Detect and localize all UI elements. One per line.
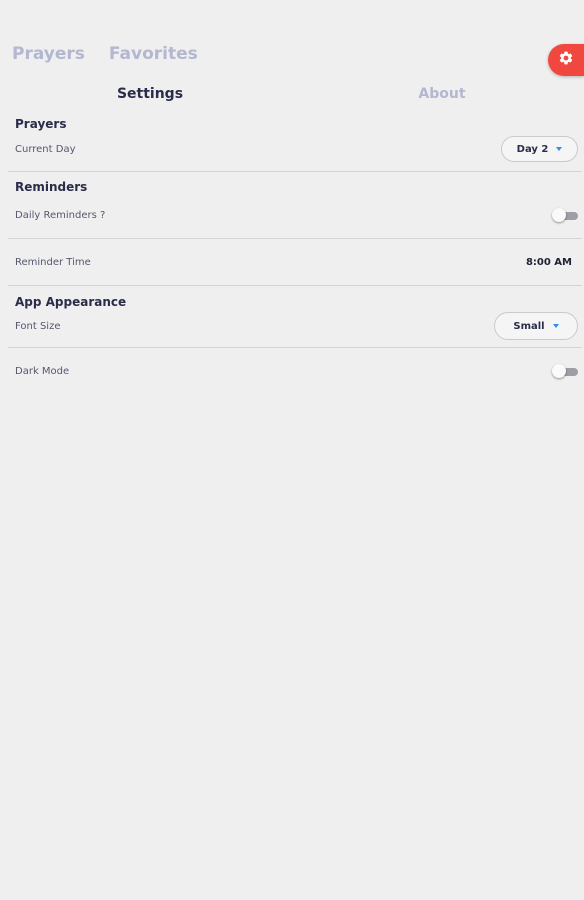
settings-panel: Prayers Current Day Day 2 Reminders Dail… (8, 112, 582, 394)
tab-about[interactable]: About (418, 86, 465, 102)
chevron-down-icon (556, 147, 563, 151)
divider (8, 171, 582, 172)
divider (8, 285, 582, 286)
settings-tabs: Settings About (0, 86, 584, 108)
reminder-time-value[interactable]: 8:00 AM (526, 257, 578, 268)
current-day-value: Day 2 (516, 143, 549, 155)
font-size-select[interactable]: Small (494, 312, 578, 340)
dark-mode-label: Dark Mode (15, 365, 70, 377)
section-title-appearance: App Appearance (15, 295, 127, 309)
section-title-prayers: Prayers (15, 117, 67, 131)
dark-mode-row: Dark Mode (8, 348, 582, 394)
daily-reminders-row: Daily Reminders ? (8, 200, 582, 230)
nav-favorites-link[interactable]: Favorites (109, 44, 198, 64)
tab-settings[interactable]: Settings (117, 86, 183, 102)
daily-reminders-toggle[interactable] (552, 208, 578, 222)
dark-mode-toggle[interactable] (552, 364, 578, 378)
reminder-time-row[interactable]: Reminder Time 8:00 AM (8, 239, 582, 285)
current-day-label: Current Day (15, 143, 76, 155)
chevron-down-icon (552, 324, 559, 328)
nav-prayers-link[interactable]: Prayers (12, 44, 85, 64)
top-nav: Prayers Favorites (12, 44, 198, 64)
font-size-label: Font Size (15, 320, 61, 332)
current-day-row: Current Day Day 2 (8, 133, 582, 165)
section-title-reminders: Reminders (15, 180, 88, 194)
toggle-thumb (552, 208, 566, 222)
current-day-select[interactable]: Day 2 (501, 136, 578, 162)
gear-icon (558, 50, 574, 70)
font-size-row: Font Size Small (8, 311, 582, 341)
settings-button[interactable] (548, 44, 584, 76)
daily-reminders-label: Daily Reminders ? (15, 209, 106, 221)
font-size-value: Small (513, 320, 545, 332)
toggle-thumb (552, 364, 566, 378)
reminder-time-label: Reminder Time (15, 256, 91, 268)
